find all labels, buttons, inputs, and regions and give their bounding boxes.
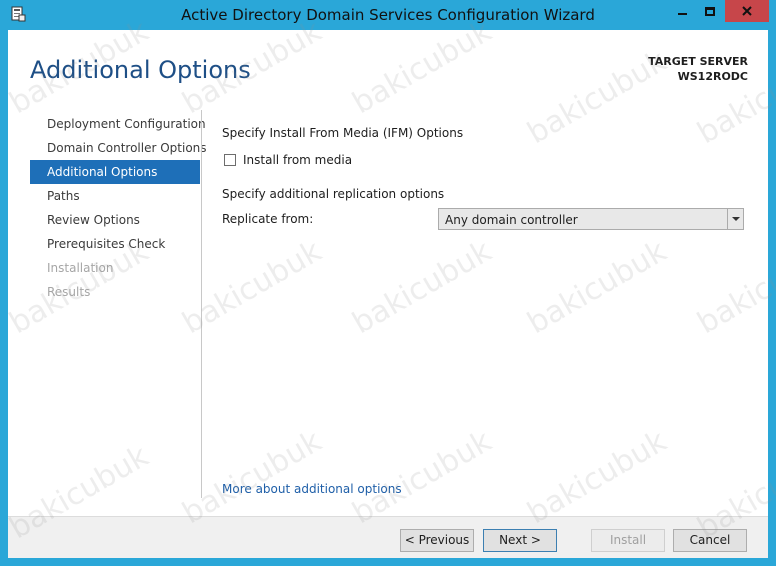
- nav-item-domain-controller-options[interactable]: Domain Controller Options: [30, 136, 207, 160]
- install-button: Install: [591, 529, 665, 552]
- nav-item-review-options[interactable]: Review Options: [30, 208, 200, 232]
- previous-button[interactable]: < Previous: [400, 529, 474, 552]
- page-title: Additional Options: [30, 56, 251, 84]
- wizard-footer: < Previous Next > Install Cancel: [8, 516, 768, 558]
- wizard-window: Active Directory Domain Services Configu…: [0, 0, 776, 566]
- nav-item-additional-options[interactable]: Additional Options: [30, 160, 200, 184]
- title-bar[interactable]: Active Directory Domain Services Configu…: [0, 0, 776, 30]
- install-from-media-checkbox[interactable]: [224, 154, 236, 166]
- dropdown-arrow-button[interactable]: [727, 209, 743, 229]
- nav-item-installation: Installation: [47, 261, 114, 275]
- replicate-from-value: Any domain controller: [445, 213, 578, 227]
- replication-heading: Specify additional replication options: [222, 187, 445, 201]
- maximize-icon: [705, 6, 715, 16]
- nav-item-deployment-configuration[interactable]: Deployment Configuration: [30, 112, 206, 136]
- replicate-from-row: Replicate from: Any domain controller: [222, 208, 752, 230]
- window-title: Active Directory Domain Services Configu…: [181, 6, 595, 24]
- maximize-button[interactable]: [697, 0, 723, 22]
- minimize-icon: [677, 13, 687, 15]
- nav-item-results: Results: [47, 285, 91, 299]
- wizard-client-area: Additional Options TARGET SERVER WS12ROD…: [8, 30, 768, 558]
- target-server-block: TARGET SERVER WS12RODC: [648, 54, 748, 84]
- replicate-from-label: Replicate from:: [222, 212, 314, 226]
- ifm-heading: Specify Install From Media (IFM) Options: [222, 126, 464, 140]
- install-from-media-row[interactable]: Install from media: [222, 153, 752, 167]
- more-about-options-link[interactable]: More about additional options: [222, 482, 402, 496]
- nav-item-paths[interactable]: Paths: [30, 184, 200, 208]
- close-button[interactable]: [725, 0, 769, 22]
- additional-options-panel: Specify Install From Media (IFM) Options…: [222, 126, 752, 230]
- nav-item-prerequisites-check[interactable]: Prerequisites Check: [30, 232, 200, 256]
- target-server-label: TARGET SERVER: [648, 55, 748, 68]
- chevron-down-icon: [731, 217, 740, 221]
- target-server-name: WS12RODC: [677, 70, 748, 83]
- install-from-media-label[interactable]: Install from media: [243, 153, 352, 167]
- nav-divider: [201, 110, 202, 498]
- next-button[interactable]: Next >: [483, 529, 557, 552]
- close-icon: [742, 6, 752, 16]
- wizard-nav: Deployment Configuration Domain Controll…: [30, 112, 207, 304]
- replicate-from-dropdown[interactable]: Any domain controller: [438, 208, 744, 230]
- cancel-button[interactable]: Cancel: [673, 529, 747, 552]
- minimize-button[interactable]: [669, 0, 695, 22]
